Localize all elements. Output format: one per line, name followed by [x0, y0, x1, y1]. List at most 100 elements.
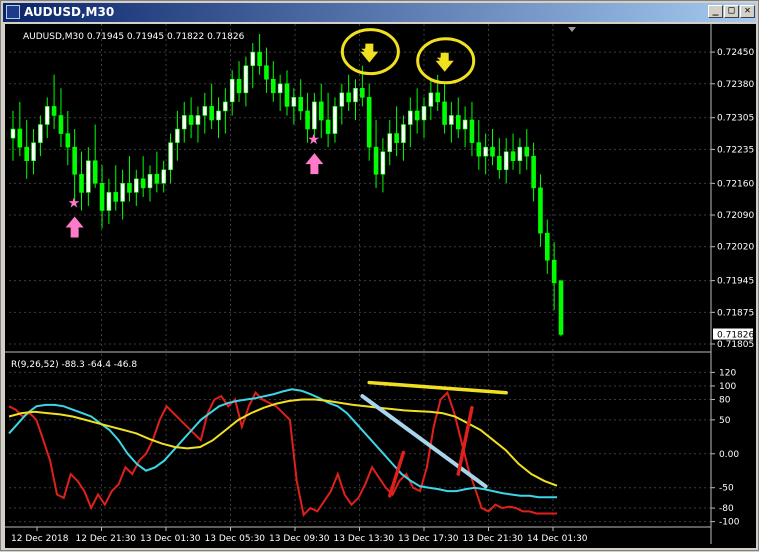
candle-body [346, 92, 351, 103]
candle-body [24, 146, 30, 162]
candle-body [373, 146, 379, 175]
time-tick-label: 14 Dec 01:30 [527, 534, 588, 544]
candle-body [229, 78, 235, 103]
candle-body [312, 101, 317, 130]
candle-body [318, 101, 324, 121]
indicator-tick-label: -100 [719, 518, 740, 528]
chart-area[interactable]: ★★★★ 0.724500.723800.723050.722350.72160… [5, 24, 756, 548]
title-bar[interactable]: AUDUSD,M30 _ □ ✕ [3, 3, 756, 22]
candle-body [544, 232, 550, 261]
candle-body [10, 128, 16, 139]
candle-body [270, 78, 276, 94]
indicator-tick-label: 120 [719, 368, 736, 378]
candle-body [339, 92, 345, 107]
candle-body [483, 146, 488, 157]
price-tick-label: 0.72305 [717, 114, 754, 124]
shift-marker-icon [568, 27, 576, 32]
time-tick-label: 13 Dec 21:30 [463, 534, 524, 544]
candle-body [538, 187, 543, 234]
candle-body [120, 183, 125, 202]
candle-body [414, 110, 420, 121]
close-button[interactable]: ✕ [740, 5, 755, 18]
candle-body [44, 106, 50, 125]
candle-body [202, 106, 208, 116]
candle-body [79, 173, 84, 193]
candle-body [325, 119, 331, 134]
candle-body [497, 155, 502, 171]
candle-body [531, 155, 536, 189]
candle-body [209, 106, 214, 121]
price-tick-label: 0.71875 [717, 308, 754, 318]
candle-body [455, 115, 461, 130]
maximize-button[interactable]: □ [724, 5, 739, 18]
candle-body [168, 142, 173, 171]
candle-body [195, 115, 201, 125]
indicator-tick-label: 0.00 [719, 450, 739, 460]
grid-lines [9, 24, 711, 525]
minimize-button[interactable]: _ [708, 5, 723, 18]
candle-body [394, 133, 399, 143]
price-tick-label: 0.72160 [717, 179, 754, 189]
chart-window: AUDUSD,M30 _ □ ✕ ★★★★ 0.724500.723800.72… [0, 0, 759, 551]
indicator-tick-label: -50 [719, 484, 734, 494]
candle-body [503, 151, 509, 171]
indicator-header: R(9,26,52) -88.3 -64.4 -46.8 [11, 360, 137, 370]
pink-up-arrow-icon [305, 153, 324, 175]
candle-body [147, 173, 153, 189]
candle-body [517, 146, 523, 162]
candle-body [305, 110, 310, 130]
indicator-tick-label: -80 [719, 504, 734, 514]
symbol-header: AUDUSD,M30 0.71945 0.71945 0.71822 0.718… [23, 32, 245, 42]
candle-body [380, 151, 386, 175]
candle-body [284, 83, 290, 107]
indicator-tick-label: 80 [719, 396, 731, 406]
price-tick-label: 0.71805 [717, 340, 754, 350]
candle-body [277, 83, 283, 94]
candle-body [31, 142, 36, 162]
candle-body [113, 192, 119, 202]
chart-window-icon [6, 5, 20, 19]
candle-body [154, 173, 160, 184]
price-tick-label: 0.72020 [717, 243, 754, 253]
candle-body [332, 106, 338, 134]
candle-body [140, 178, 146, 189]
indicator-series-line [8, 388, 557, 499]
candle-body [387, 133, 393, 152]
time-tick-label: 12 Dec 21:30 [76, 534, 137, 544]
candle-body [127, 183, 132, 193]
price-tick-label: 0.72235 [717, 145, 754, 155]
candle-body [421, 106, 427, 121]
candle-body [243, 65, 249, 94]
time-tick-label: 13 Dec 01:30 [140, 534, 201, 544]
price-tick-label: 0.72090 [717, 211, 754, 221]
candle-body [38, 124, 43, 143]
candle-body [181, 115, 187, 130]
chart-svg[interactable]: ★★★★ 0.724500.723800.723050.722350.72160… [5, 24, 756, 548]
time-tick-label: 12 Dec 2018 [11, 534, 69, 544]
candle-body [476, 142, 482, 157]
pink-star-icon: ★ [68, 195, 81, 211]
time-tick-label: 13 Dec 17:30 [398, 534, 459, 544]
indicator-tick-label: 100 [719, 382, 736, 392]
candle-body [106, 192, 112, 211]
axes: 0.72450 0.72380 0.72305 0.72235 0.72160 0.720… [5, 24, 754, 544]
indicator-tick-label: 50 [719, 416, 731, 426]
candle-body [558, 280, 564, 335]
candle-body [401, 124, 406, 143]
candle-body [366, 97, 372, 148]
candle-body [223, 101, 228, 112]
candle-body [298, 97, 304, 112]
candle-body [72, 146, 77, 175]
current-price-label: 0.71826 [717, 330, 754, 340]
candle-body [510, 151, 516, 162]
price-tick-label: 0.72450 [717, 48, 754, 58]
candle-body [17, 128, 23, 148]
candle-body [216, 110, 221, 121]
candle-body [161, 169, 166, 184]
candle-body [58, 115, 64, 134]
candle-body [428, 92, 434, 107]
candle-body [469, 119, 475, 143]
candle-body [435, 92, 441, 103]
signal-markers: ★★★★ [65, 28, 476, 238]
candle-body [264, 65, 269, 80]
